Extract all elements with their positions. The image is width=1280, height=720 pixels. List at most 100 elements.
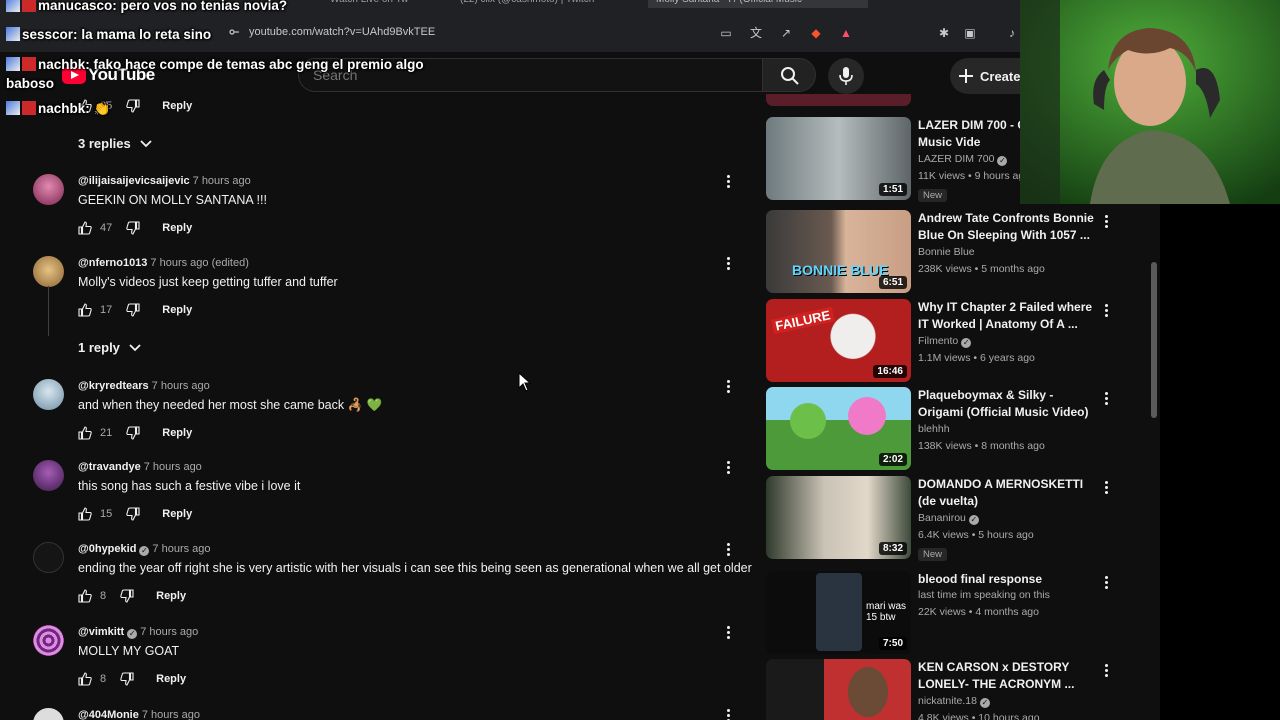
video-thumbnail[interactable]: 2:02 — [766, 387, 911, 470]
dislike-icon[interactable] — [120, 589, 134, 603]
avatar[interactable] — [33, 542, 64, 573]
scrollbar-thumb[interactable] — [1151, 262, 1157, 418]
webcam-feed — [1020, 0, 1280, 204]
brave-shield-icon[interactable]: ◆ — [808, 25, 824, 41]
video-thumbnail[interactable]: FAILURE 16:46 — [766, 299, 911, 382]
video-thumbnail-partial[interactable] — [766, 94, 911, 106]
video-thumbnail[interactable]: 1:51 — [766, 117, 911, 200]
reply-button[interactable]: Reply — [156, 590, 186, 602]
avatar[interactable] — [33, 379, 64, 410]
share-icon[interactable]: ↗ — [778, 25, 794, 41]
comment-time[interactable]: 7 hours ago (edited) — [150, 257, 248, 269]
dislike-icon[interactable] — [126, 303, 140, 317]
comment-author[interactable]: @vimkitt — [78, 626, 124, 638]
view-replies-button[interactable]: 1 reply — [78, 340, 142, 355]
comment-time[interactable]: 7 hours ago — [152, 380, 210, 392]
comment-author[interactable]: @kryredtears — [78, 380, 149, 392]
reply-button[interactable]: Reply — [162, 100, 192, 112]
comment-time[interactable]: 7 hours ago — [140, 626, 198, 638]
comment-time[interactable]: 7 hours ago — [142, 709, 200, 720]
channel-name[interactable]: Filmento — [918, 335, 958, 347]
comment-author[interactable]: @nferno1013 — [78, 257, 147, 269]
like-icon[interactable] — [78, 303, 92, 317]
rewards-icon[interactable]: ▲ — [838, 25, 854, 41]
more-actions-icon[interactable] — [1102, 663, 1110, 679]
like-icon[interactable] — [78, 589, 92, 603]
video-title[interactable]: Why IT Chapter 2 Failed where IT Worked … — [918, 299, 1098, 333]
dislike-icon[interactable] — [120, 672, 134, 686]
dislike-icon[interactable] — [126, 426, 140, 440]
recommended-video[interactable]: BONNIE BLUE 6:51 Andrew Tate Confronts B… — [766, 210, 1136, 294]
more-actions-icon[interactable] — [724, 256, 732, 272]
comment-time[interactable]: 7 hours ago — [144, 461, 202, 473]
like-icon[interactable] — [78, 507, 92, 521]
video-thumbnail[interactable]: mari was 15 btw 7:50 — [766, 571, 911, 654]
avatar[interactable] — [33, 625, 64, 656]
search-button[interactable] — [762, 58, 816, 92]
recommended-video[interactable]: KEN CARSON x DESTORY LONELY- THE ACRONYM… — [766, 659, 1136, 720]
avatar[interactable] — [33, 256, 64, 287]
like-icon[interactable] — [78, 426, 92, 440]
video-title[interactable]: DOMANDO A MERNOSKETTI (de vuelta) — [918, 476, 1098, 510]
comment-time[interactable]: 7 hours ago — [193, 175, 251, 187]
channel-name[interactable]: Bananirou — [918, 512, 966, 524]
comment-author[interactable]: @travandye — [78, 461, 141, 473]
browser-tab[interactable]: Watch Live on Tw — [330, 0, 408, 8]
reply-button[interactable]: Reply — [162, 427, 192, 439]
more-actions-icon[interactable] — [1102, 575, 1110, 591]
comment-author[interactable]: @404Monie — [78, 709, 139, 720]
more-actions-icon[interactable] — [1102, 480, 1110, 496]
video-title[interactable]: Andrew Tate Confronts Bonnie Blue On Sle… — [918, 210, 1098, 244]
like-icon[interactable] — [78, 672, 92, 686]
comment-author[interactable]: @ilijaisaijevicsaijevic — [78, 175, 190, 187]
avatar[interactable] — [33, 708, 64, 720]
channel-name[interactable]: last time im speaking on this — [918, 589, 1050, 601]
address-bar[interactable]: youtube.com/watch?v=UAhd9BvkTEE — [220, 21, 870, 45]
recommended-video[interactable]: mari was 15 btw 7:50 bleood final respon… — [766, 571, 1136, 655]
browser-tab[interactable]: (22) clix (@cashmoto) | Twitch — [460, 0, 594, 8]
comment-author[interactable]: @0hypekid — [78, 543, 136, 555]
video-thumbnail[interactable] — [766, 659, 911, 720]
channel-name[interactable]: blehhh — [918, 423, 950, 435]
reply-button[interactable]: Reply — [162, 508, 192, 520]
video-title[interactable]: Plaqueboymax & Silky - Origami (Official… — [918, 387, 1098, 421]
recommended-video[interactable]: FAILURE 16:46 Why IT Chapter 2 Failed wh… — [766, 299, 1136, 383]
browser-tab-active[interactable]: Molly Santana - I / (Official Music — [648, 0, 868, 8]
reply-button[interactable]: Reply — [156, 673, 186, 685]
voice-search-button[interactable] — [828, 58, 864, 94]
cast-icon[interactable]: ▭ — [718, 25, 734, 41]
more-actions-icon[interactable] — [724, 379, 732, 395]
more-actions-icon[interactable] — [1102, 391, 1110, 407]
more-actions-icon[interactable] — [724, 625, 732, 641]
avatar[interactable] — [33, 460, 64, 491]
recommended-video[interactable]: 2:02 Plaqueboymax & Silky - Origami (Off… — [766, 387, 1136, 471]
dislike-icon[interactable] — [126, 221, 140, 235]
more-actions-icon[interactable] — [1102, 214, 1110, 230]
video-thumbnail[interactable]: 8:32 — [766, 476, 911, 559]
channel-name[interactable]: nickatnite.18 — [918, 695, 977, 707]
more-actions-icon[interactable] — [724, 542, 732, 558]
more-actions-icon[interactable] — [724, 460, 732, 476]
avatar[interactable] — [33, 174, 64, 205]
site-info-icon[interactable] — [228, 26, 240, 38]
more-actions-icon[interactable] — [724, 708, 732, 720]
video-meta: 22K views • 4 months ago — [918, 606, 1039, 618]
reply-button[interactable]: Reply — [162, 304, 192, 316]
reply-button[interactable]: Reply — [162, 222, 192, 234]
video-thumbnail[interactable]: BONNIE BLUE 6:51 — [766, 210, 911, 293]
channel-name[interactable]: Bonnie Blue — [918, 246, 975, 258]
extensions-icon[interactable]: ✱ — [936, 25, 952, 41]
recommended-video[interactable]: 8:32 DOMANDO A MERNOSKETTI (de vuelta) B… — [766, 476, 1136, 561]
like-icon[interactable] — [78, 221, 92, 235]
music-icon[interactable]: ♪ — [1004, 25, 1020, 41]
dislike-icon[interactable] — [126, 507, 140, 521]
view-replies-button[interactable]: 3 replies — [78, 136, 153, 151]
more-actions-icon[interactable] — [1102, 303, 1110, 319]
more-actions-icon[interactable] — [724, 174, 732, 190]
comment-time[interactable]: 7 hours ago — [152, 543, 210, 555]
dislike-icon[interactable] — [126, 99, 140, 113]
video-title[interactable]: KEN CARSON x DESTORY LONELY- THE ACRONYM… — [918, 659, 1098, 693]
translate-icon[interactable]: 文 — [748, 25, 764, 41]
channel-name[interactable]: LAZER DIM 700 — [918, 153, 994, 165]
sidebar-icon[interactable]: ▣ — [962, 25, 978, 41]
